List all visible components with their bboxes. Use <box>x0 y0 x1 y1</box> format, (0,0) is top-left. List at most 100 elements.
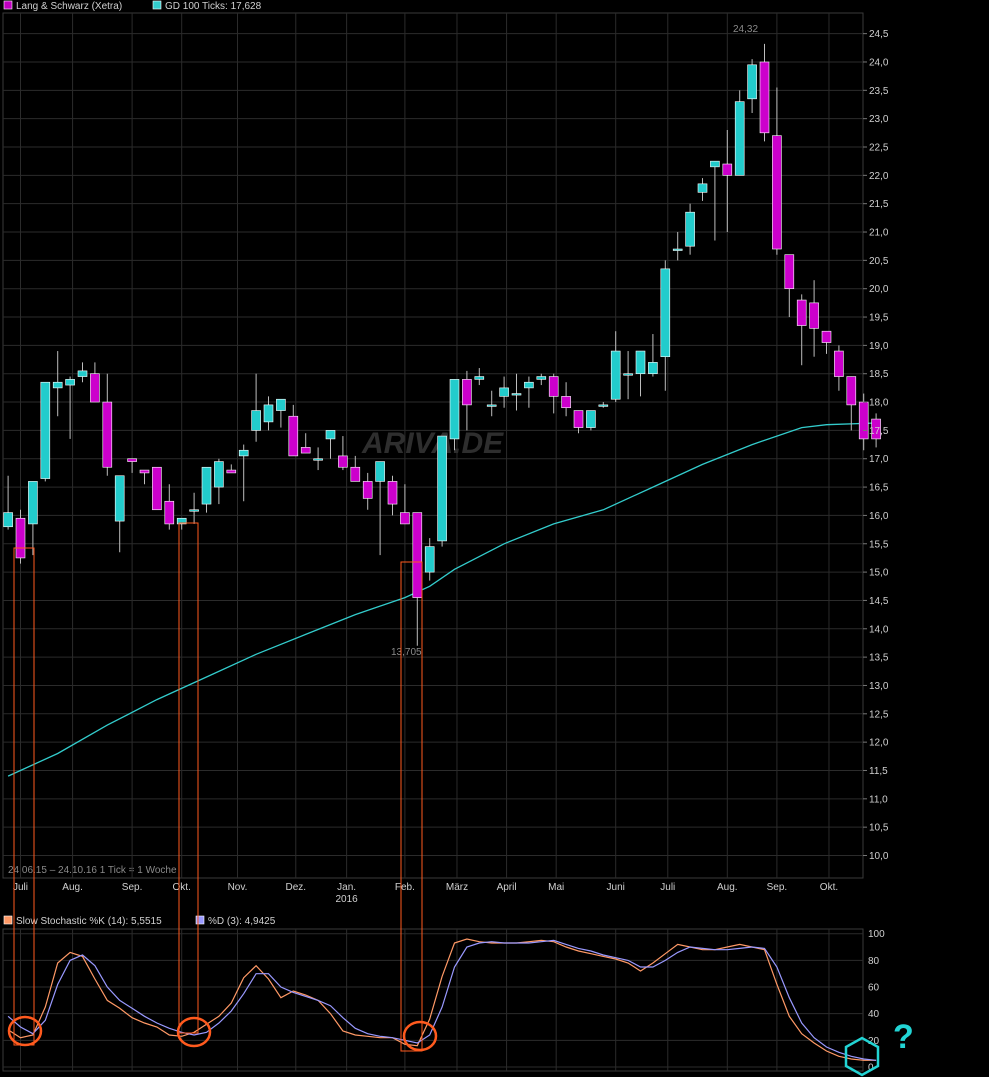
stoch-k-legend-swatch <box>3 915 13 925</box>
candle-body <box>400 512 410 525</box>
range-info: 24.06.15 – 24.10.16 1 Tick = 1 Woche <box>8 865 177 876</box>
candle-body <box>784 254 795 290</box>
candle-body <box>586 410 596 428</box>
main-y-tick-label: 12,0 <box>869 738 889 749</box>
x-year-label: 2016 <box>335 894 358 905</box>
candle <box>437 435 447 547</box>
candle-body <box>697 183 708 193</box>
main-y-tick-label: 14,5 <box>869 596 889 607</box>
watermark: ARIVA.DE <box>361 427 504 460</box>
candle-body <box>325 430 336 440</box>
candle-body <box>90 373 100 403</box>
main-y-tick-label: 24,0 <box>869 57 889 68</box>
x-month-label: Okt. <box>820 882 838 893</box>
stoch-y-tick-label: 40 <box>868 1009 880 1020</box>
x-month-label: Feb. <box>395 882 415 893</box>
candle-body <box>350 466 361 482</box>
candle-body <box>734 101 745 176</box>
candle-body <box>251 410 261 431</box>
candle-body <box>52 381 63 389</box>
stoch-k-legend-label: Slow Stochastic %K (14): 5,5515 <box>16 916 162 927</box>
candle <box>586 410 596 431</box>
main-y-tick-label: 15,0 <box>869 568 889 579</box>
main-y-tick-label: 10,0 <box>869 851 889 862</box>
candle-body <box>846 376 857 406</box>
x-month-label: Aug. <box>717 882 738 893</box>
main-y-tick-label: 23,0 <box>869 114 889 125</box>
x-month-label: Sep. <box>122 882 143 893</box>
candle-body <box>511 393 522 396</box>
candle-body <box>412 512 423 598</box>
x-month-label: Juni <box>607 882 625 893</box>
candle-body <box>214 461 224 488</box>
candle-body <box>722 163 733 176</box>
x-month-label: März <box>446 882 468 893</box>
candle-body <box>772 135 782 250</box>
candle-body <box>288 415 299 457</box>
candle-body <box>201 466 212 505</box>
x-month-label: Okt. <box>173 882 191 893</box>
candle-body <box>189 509 199 512</box>
candle-body <box>598 404 609 407</box>
main-y-tick-label: 18,5 <box>869 369 889 380</box>
x-month-label: Aug. <box>62 882 83 893</box>
x-month-label: April <box>497 882 517 893</box>
main-y-tick-label: 17,5 <box>869 426 889 437</box>
candle-body <box>759 61 770 134</box>
main-y-tick-label: 14,0 <box>869 624 889 635</box>
stoch-y-tick-label: 100 <box>868 929 885 940</box>
candle-body <box>424 546 435 573</box>
candle-body <box>486 404 497 407</box>
main-y-tick-label: 23,5 <box>869 86 889 97</box>
candle-body <box>796 299 807 326</box>
candle-body <box>238 449 249 457</box>
candle-body <box>313 458 323 461</box>
candle-body <box>648 362 658 375</box>
main-y-tick-label: 12,5 <box>869 709 889 720</box>
main-y-tick-label: 13,5 <box>869 653 889 664</box>
x-month-label: Juli <box>660 882 675 893</box>
candle-body <box>164 500 175 525</box>
ma-legend-swatch <box>152 0 162 10</box>
candle-body <box>561 396 571 409</box>
candle-body <box>375 461 385 482</box>
series1-legend-label: Lang & Schwarz (Xetra) <box>16 1 122 12</box>
candle-body <box>362 481 373 499</box>
candle-body <box>660 268 671 358</box>
candle-body <box>672 248 683 251</box>
main-y-tick-label: 19,0 <box>869 341 889 352</box>
main-y-tick-label: 15,5 <box>869 539 889 550</box>
ma-legend-label: GD 100 Ticks: 17,628 <box>165 1 262 12</box>
main-y-tick-label: 11,0 <box>869 794 888 805</box>
x-month-label: Dez. <box>285 882 306 893</box>
candle-body <box>499 387 509 397</box>
x-month-label: Sep. <box>767 882 788 893</box>
low-label: 13,705 <box>391 647 422 658</box>
x-month-label: Mai <box>548 882 564 893</box>
candle-body <box>449 379 460 440</box>
candle-body <box>3 512 13 528</box>
main-y-tick-label: 19,5 <box>869 313 889 324</box>
main-y-tick-label: 17,0 <box>869 454 889 465</box>
candle-body <box>65 379 75 386</box>
candle-body <box>102 401 113 468</box>
candle-body <box>524 381 534 389</box>
candle-body <box>623 373 633 376</box>
series1-legend-swatch <box>3 0 13 10</box>
stoch-y-tick-label: 60 <box>868 983 880 994</box>
candle-body <box>536 376 547 380</box>
main-y-tick-label: 16,5 <box>869 483 889 494</box>
candle-body <box>139 469 150 474</box>
candle-body <box>834 350 844 377</box>
main-y-tick-label: 18,0 <box>869 398 889 409</box>
candle-body <box>28 481 38 525</box>
main-y-tick-label: 11,5 <box>869 766 888 777</box>
main-y-tick-label: 22,5 <box>869 143 889 154</box>
candle-body <box>821 330 832 343</box>
main-y-tick-label: 21,0 <box>869 228 889 239</box>
candle-body <box>462 379 472 406</box>
main-y-tick-label: 13,0 <box>869 681 889 692</box>
candle-body <box>809 302 819 329</box>
chart-canvas: Lang & Schwarz (Xetra) GD 100 Ticks: 17,… <box>0 0 989 1077</box>
stoch-y-tick-label: 80 <box>868 956 880 967</box>
